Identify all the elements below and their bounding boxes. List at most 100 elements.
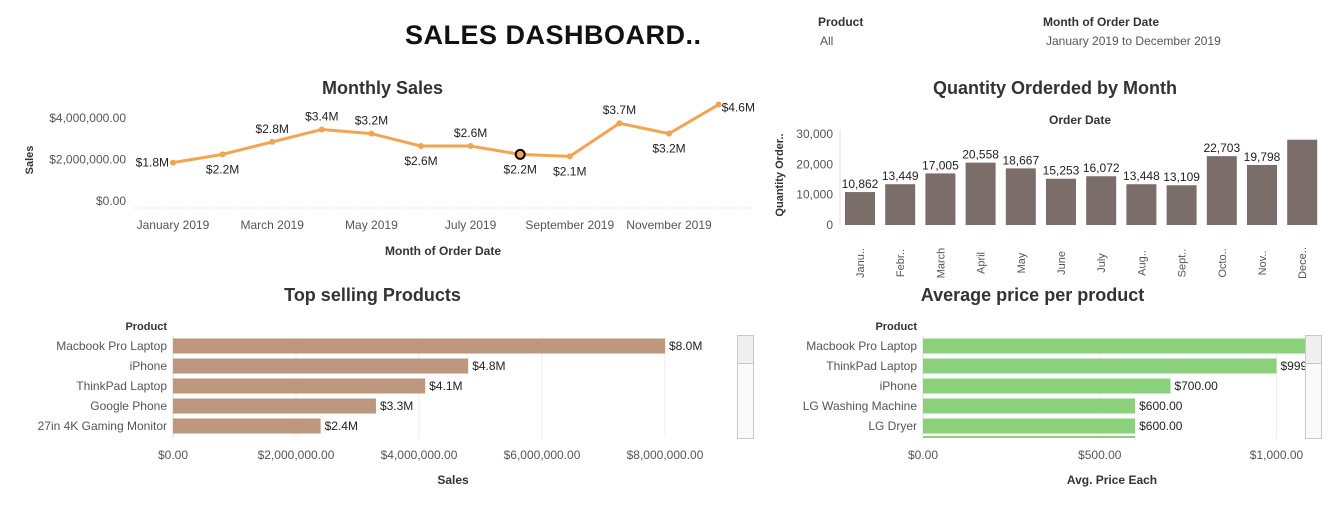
y-tick-label: 30,000 [796,127,833,141]
data-point [318,126,325,133]
data-label: 18,667 [1002,153,1039,167]
category-label: iPhone [130,359,168,373]
x-tick-label: May 2019 [345,218,398,232]
data-label: 22,703 [1203,141,1240,155]
x-tick-label: $500.00 [1078,448,1122,462]
x-tick-label: Febr.. [895,249,907,277]
category-label: 27in 4K Gaming Monitor [38,419,167,433]
monthly-sales-chart[interactable]: $0.00 $2,000,000.00 $4,000,000.00 Sales Mont… [0,100,770,270]
data-label: 15,253 [1043,164,1080,178]
data-label: 13,448 [1123,169,1160,183]
data-label: 13,449 [882,169,919,183]
data-label: $8.0M [669,339,702,353]
avg-price-chart[interactable]: ProductMacbook Pro Laptop$1,700.00ThinkP… [770,308,1305,506]
data-point [666,130,672,137]
top-products-scroll-thumb[interactable] [738,336,753,364]
x-tick-label: May [1016,252,1028,273]
data-label: $4.6M [722,101,755,115]
x-tick-label: $4,000,000.00 [381,448,458,462]
data-label: $2.2M [504,162,537,176]
data-label: $4.1M [429,379,462,393]
quantity-title: Quantity Orderded by Month [932,78,1177,98]
bar [173,358,469,374]
bar [173,338,665,354]
data-label: 20,558 [962,148,999,162]
category-label: Google Phone [90,399,167,413]
avg-price-title: Average price per product [920,285,1145,305]
data-point [616,120,623,127]
product-filter-value[interactable]: All [820,34,863,48]
bar [1166,185,1197,225]
data-label: $999.99 [1280,359,1305,373]
data-label: 19,798 [1244,150,1281,164]
data-label: $600.00 [1139,419,1183,433]
product-filter[interactable]: Product All [818,15,863,48]
row-header: Product [125,321,167,333]
x-axis-title: Avg. Price Each [1067,473,1157,487]
x-tick-label: $2,000,000.00 [258,448,335,462]
bar [173,418,321,434]
bar [923,358,1277,374]
data-label: $3.3M [380,399,413,413]
x-tick-label: Octo.. [1217,248,1229,277]
x-tick-label: March 2019 [241,218,305,232]
x-tick-label: Sept.. [1177,249,1189,278]
column-header: Order Date [1049,113,1111,127]
x-tick-label: September 2019 [525,218,614,232]
data-label: $4.8M [472,359,505,373]
bar [1126,184,1157,225]
data-point [467,143,474,150]
product-filter-label: Product [818,15,864,29]
date-filter-label: Month of Order Date [1043,15,1159,29]
data-label: $600.00 [1139,399,1183,413]
x-tick-label: January 2019 [137,218,210,232]
top-products-chart[interactable]: Product Macbook Pro Laptop $8.0M iPhone $4.8… [0,308,730,506]
quantity-chart[interactable]: Order Date Quantity Order.. 0 10,000 20,000 3… [770,100,1332,280]
data-label: $2.2M [206,162,239,176]
x-tick-label: March [935,248,947,279]
x-tick-label: November 2019 [626,218,712,232]
avg-price-scrollbar[interactable] [1305,335,1322,439]
data-label: 10,862 [842,177,879,191]
date-filter[interactable]: Month of Order Date January 2019 to Dece… [1043,15,1221,48]
data-label: $2.6M [404,154,437,168]
x-tick-label: June [1056,251,1068,275]
category-label: ThinkPad Laptop [826,359,917,373]
y-axis-title: Quantity Order.. [774,133,786,216]
date-filter-value[interactable]: January 2019 to December 2019 [1046,34,1221,48]
top-products-scrollbar[interactable] [737,335,754,439]
y-tick-label: $0.00 [96,194,126,208]
x-tick-label: April [976,252,988,274]
category-label: iPhone [880,379,918,393]
category-label: Macbook Pro Laptop [56,339,167,353]
x-tick-label: Aug.. [1136,250,1148,276]
row-header: Product [875,321,917,333]
data-point [368,130,375,137]
bar [845,192,875,225]
data-point [418,143,424,150]
data-point-selected [514,148,526,160]
y-tick-label: $4,000,000.00 [49,111,126,125]
x-axis-title: Sales [437,473,469,487]
x-tick-label: $6,000,000.00 [504,448,581,462]
bar [173,378,426,394]
bar [923,418,1136,434]
bar [1247,164,1277,225]
data-label: 13,109 [1163,170,1200,184]
avg-price-scroll-thumb[interactable] [1306,336,1321,364]
bar [965,162,996,225]
x-tick-label: $0.00 [158,448,188,462]
bar [923,378,1171,394]
x-tick-label: Dece.. [1297,247,1309,279]
bar [1287,139,1318,225]
dashboard-title: SALES DASHBOARD.. [405,20,702,50]
data-label: $2.1M [553,164,586,178]
data-point [269,138,276,145]
x-tick-label: July [1096,253,1108,273]
bar [923,338,1305,354]
data-label: $700.00 [1174,379,1218,393]
x-tick-label: $8,000,000.00 [627,448,704,462]
y-axis-title: Sales [24,146,36,175]
bar [923,398,1136,414]
category-label: LG Dryer [868,419,917,433]
